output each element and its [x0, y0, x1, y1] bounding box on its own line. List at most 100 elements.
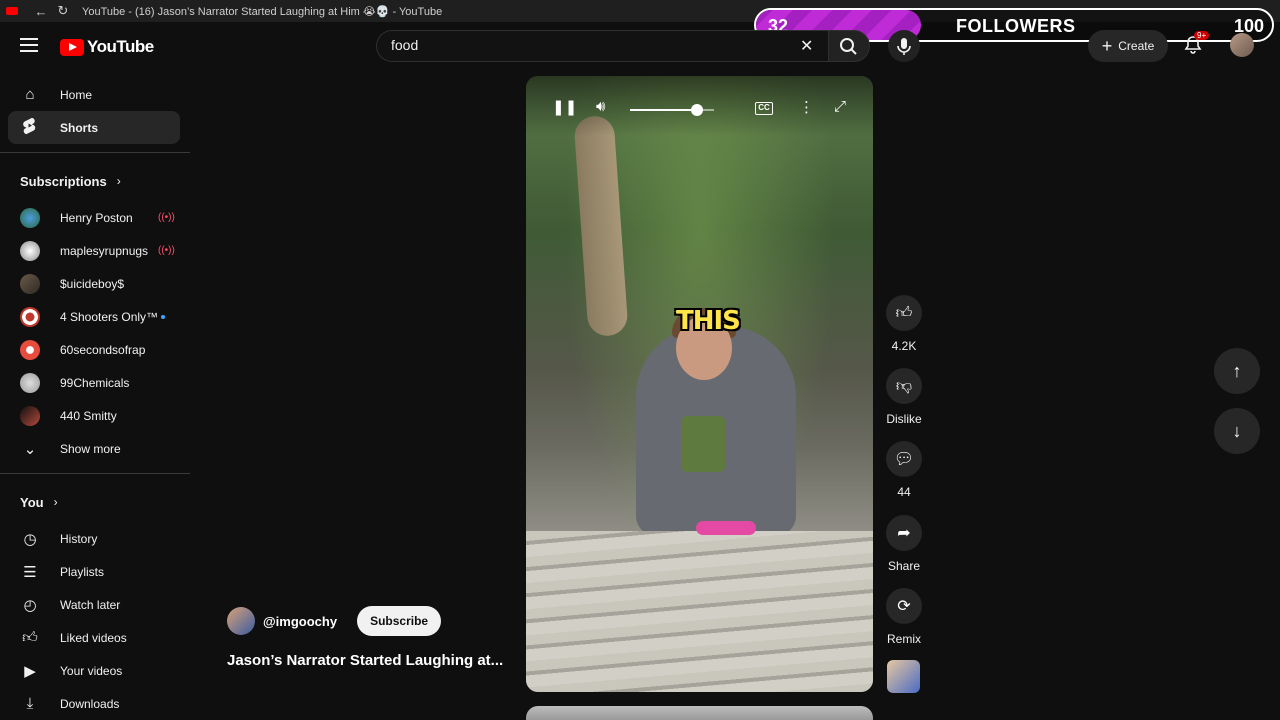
sidebar-item-history[interactable]: ◷ History [0, 522, 190, 555]
video-frame-tree [573, 114, 629, 338]
sidebar-item-henry-poston[interactable]: Henry Poston ((•)) [0, 201, 190, 234]
plus-icon: + [1101, 35, 1113, 56]
avatar [20, 372, 40, 393]
avatar [20, 240, 40, 261]
short-video-player[interactable]: THIS ❚❚ 🔊︎ CC ⋮ ⤢ [526, 76, 873, 692]
create-label: Create [1118, 39, 1155, 53]
search-box [376, 30, 828, 62]
next-short-preview[interactable] [526, 706, 873, 720]
remix-icon: ⟳ [886, 588, 922, 624]
thumbs-down-icon: 👎︎ [886, 368, 922, 404]
comment-count: 44 [897, 485, 911, 499]
share-icon: ➦ [886, 515, 922, 551]
sidebar-item-label: Your videos [60, 663, 123, 678]
like-button[interactable]: 👍︎ 4.2K [883, 295, 925, 353]
sidebar-item-liked-videos[interactable]: 👍︎ Liked videos [0, 621, 190, 654]
thumbs-up-icon: 👍︎ [886, 295, 922, 331]
dislike-label: Dislike [886, 412, 922, 426]
sidebar-item-home[interactable]: ⌂ Home [0, 78, 190, 111]
search-icon [840, 38, 857, 55]
previous-short-button[interactable]: ↑ [1214, 348, 1260, 394]
sidebar-item-watch-later[interactable]: ◴ Watch later [0, 588, 190, 621]
notification-badge: 9+ [1194, 31, 1210, 40]
show-more-button[interactable]: ⌄ Show more [0, 432, 190, 465]
sidebar-item-label: 99Chemicals [60, 375, 130, 390]
divider [0, 152, 190, 153]
notifications-button[interactable]: 9+ [1182, 31, 1210, 56]
channel-avatar[interactable] [227, 607, 255, 635]
menu-icon[interactable] [20, 38, 38, 56]
sound-thumbnail[interactable] [887, 660, 920, 693]
sidebar-item-playlists[interactable]: ☰ Playlists [0, 555, 190, 588]
reload-icon[interactable]: ↻ [52, 3, 74, 19]
chevron-down-icon: ⌄ [23, 440, 37, 458]
channel-name[interactable]: @imgoochy [263, 614, 337, 629]
comments-button[interactable]: 💬︎ 44 [883, 441, 925, 499]
dislike-button[interactable]: 👎︎ Dislike [883, 368, 925, 426]
shorts-icon [20, 117, 40, 139]
tab-title: YouTube - (16) Jason’s Narrator Started … [82, 5, 443, 18]
volume-knob[interactable] [691, 104, 704, 116]
download-icon: ⤓ [26, 695, 34, 712]
playlists-icon: ☰ [23, 563, 37, 581]
avatar [20, 207, 40, 228]
youtube-play-icon [60, 38, 84, 56]
sidebar-item-label: 60secondsofrap [60, 342, 146, 357]
video-caption: THIS [676, 306, 741, 336]
new-content-dot [161, 314, 165, 319]
sidebar-item-label: Henry Poston [60, 210, 133, 225]
home-icon: ⌂ [25, 86, 35, 103]
sidebar-item-downloads[interactable]: ⤓ Downloads [0, 687, 190, 720]
sidebar-item-label: History [60, 531, 98, 546]
remix-button[interactable]: ⟳ Remix [883, 588, 925, 646]
pause-icon[interactable]: ❚❚ [552, 98, 577, 116]
chevron-right-icon: › [116, 174, 121, 188]
divider [0, 473, 190, 474]
youtube-logo[interactable]: YouTube [60, 37, 154, 57]
sidebar-item-label: 440 Smitty [60, 408, 117, 423]
clear-search-icon[interactable]: ✕ [800, 36, 813, 56]
avatar [20, 273, 40, 294]
microphone-icon [897, 38, 911, 55]
sidebar-item-maplesyrupnugs[interactable]: maplesyrupnugs ((•)) [0, 234, 190, 267]
next-short-button[interactable]: ↓ [1214, 408, 1260, 454]
sidebar-item-label: Liked videos [60, 630, 127, 645]
short-title[interactable]: Jason’s Narrator Started Laughing at... [227, 652, 503, 669]
create-button[interactable]: + Create [1088, 30, 1168, 62]
subscribe-button[interactable]: Subscribe [357, 606, 442, 636]
video-controls: ❚❚ 🔊︎ CC ⋮ ⤢ [526, 76, 873, 136]
logo-text: YouTube [87, 37, 154, 56]
sidebar-item-440-smitty[interactable]: 440 Smitty [0, 399, 190, 432]
sidebar-item-label: 4 Shooters Only™ [60, 309, 159, 324]
sidebar-item-label: Shorts [60, 120, 99, 135]
sidebar-item-label: Downloads [60, 696, 120, 711]
volume-slider[interactable] [630, 104, 714, 116]
sidebar-item-label: Show more [60, 441, 121, 456]
avatar [20, 339, 40, 360]
sidebar-item-60secondsofrap[interactable]: 60secondsofrap [0, 333, 190, 366]
fullscreen-icon[interactable]: ⤢ [834, 98, 846, 115]
subscriptions-heading[interactable]: Subscriptions › [0, 161, 190, 201]
captions-button[interactable]: CC [755, 102, 773, 115]
share-button[interactable]: ➦ Share [883, 515, 925, 573]
back-icon[interactable]: ← [30, 4, 52, 19]
comment-icon: 💬︎ [886, 441, 922, 477]
search-button[interactable] [828, 30, 870, 62]
sidebar-item-4-shooters-only[interactable]: 4 Shooters Only™ [0, 300, 190, 333]
more-options-icon[interactable]: ⋮ [799, 98, 814, 116]
voice-search-button[interactable] [888, 30, 920, 62]
sidebar-item-99chemicals[interactable]: 99Chemicals [0, 366, 190, 399]
remix-label: Remix [886, 632, 921, 646]
sidebar: ⌂ Home Shorts Subscriptions › Henry Post… [0, 78, 190, 720]
you-title: You [20, 494, 44, 510]
youtube-header: YouTube ✕ + Create 9+ [0, 22, 1280, 70]
live-icon: ((•)) [158, 245, 175, 256]
sidebar-item-your-videos[interactable]: ▶ Your videos [0, 654, 190, 687]
you-heading[interactable]: You › [0, 482, 190, 522]
chevron-right-icon: › [53, 495, 58, 509]
volume-icon[interactable]: 🔊︎ [596, 98, 605, 115]
sidebar-item-suicideboys[interactable]: $uicideboy$ [0, 267, 190, 300]
sidebar-item-shorts[interactable]: Shorts [8, 111, 180, 144]
search-input[interactable] [377, 31, 777, 59]
account-avatar[interactable] [1230, 33, 1254, 57]
